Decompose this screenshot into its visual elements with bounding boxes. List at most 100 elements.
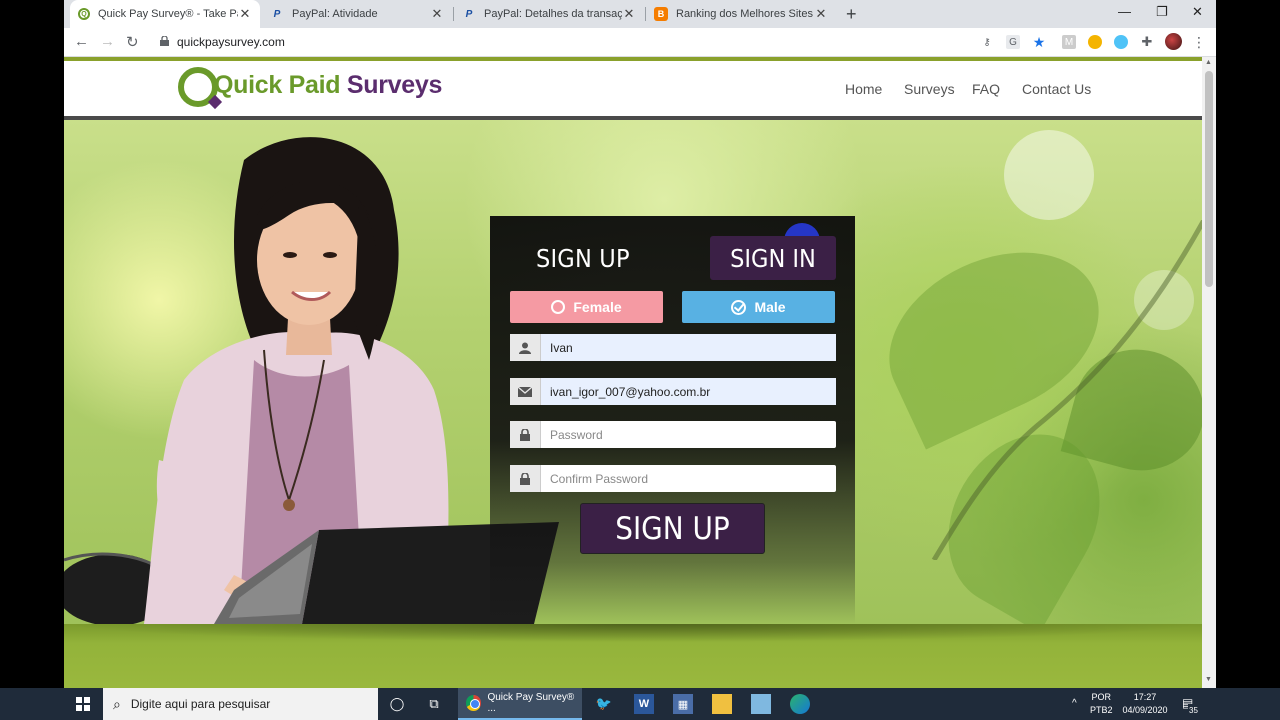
address-bar[interactable]: quickpaysurvey.com: [177, 35, 285, 49]
email-field: [510, 378, 836, 405]
edge-icon[interactable]: [790, 694, 810, 714]
confirm-password-field: [510, 465, 836, 492]
lock-icon: [510, 465, 541, 492]
taskbar-app-title: Quick Pay Survey® ...: [487, 692, 575, 714]
close-icon[interactable]: ✕: [622, 6, 636, 22]
hero-section: SIGN UP SIGN IN Female Male Ivan ivan_ig…: [64, 120, 1202, 624]
tab-signin[interactable]: SIGN IN: [710, 236, 836, 280]
screen: Q Quick Pay Survey® - Take Paid Surveys …: [0, 0, 1280, 720]
name-input[interactable]: [541, 334, 836, 361]
logo-text-secondary: Surveys: [346, 71, 443, 99]
avatar[interactable]: [1165, 33, 1182, 50]
page-scrollbar[interactable]: ▲ ▼: [1202, 57, 1216, 688]
paypal-favicon-icon: P: [465, 8, 473, 20]
tab-title: PayPal: Detalhes da transação: [484, 8, 622, 20]
logo[interactable]: Quick Paid Surveys: [214, 71, 442, 100]
file-explorer-icon[interactable]: [712, 694, 732, 714]
new-tab-icon[interactable]: +: [846, 4, 857, 25]
lock-icon: [510, 421, 541, 448]
blogger-favicon-icon: B: [654, 7, 668, 21]
tab-ranking[interactable]: B Ranking dos Melhores Sites de P ✕: [646, 0, 836, 28]
password-field: [510, 421, 836, 448]
clock[interactable]: 17:27 04/09/2020: [1120, 691, 1170, 717]
browser-toolbar: ← → ↻ quickpaysurvey.com ⚷ G ★ M ✚ ⋮: [64, 28, 1216, 57]
quickpay-favicon-icon: Q: [78, 8, 90, 20]
restore-icon[interactable]: ❐: [1156, 4, 1168, 20]
tab-strip: Q Quick Pay Survey® - Take Paid Surveys …: [64, 0, 1216, 28]
envelope-icon: [510, 378, 541, 405]
tab-paypal-detalhes[interactable]: P PayPal: Detalhes da transação ✕: [454, 0, 644, 28]
nav-surveys[interactable]: Surveys: [904, 81, 955, 97]
language-top: POR: [1091, 692, 1112, 702]
scroll-thumb[interactable]: [1205, 71, 1213, 287]
extension-m-icon[interactable]: M: [1062, 35, 1076, 49]
windows-start-icon[interactable]: [76, 697, 90, 711]
nav-contact-us[interactable]: Contact Us: [1022, 81, 1091, 97]
key-icon[interactable]: ⚷: [980, 35, 994, 49]
name-field: [510, 334, 836, 361]
tab-signup[interactable]: SIGN UP: [536, 244, 630, 273]
check-circle-icon: [731, 299, 747, 315]
logo-icon[interactable]: [178, 67, 218, 107]
back-icon[interactable]: ←: [74, 33, 89, 50]
email-input[interactable]: [541, 378, 836, 405]
radio-unchecked-icon: [551, 300, 566, 314]
language-bottom: PTB2: [1090, 705, 1113, 715]
taskbar-chrome-app[interactable]: Quick Pay Survey® ...: [458, 688, 582, 720]
taskbar-search-placeholder: Digite aqui para pesquisar: [130, 697, 271, 711]
tray-expand-icon[interactable]: ^: [1072, 697, 1077, 710]
app-blue-icon[interactable]: [751, 694, 771, 714]
gender-male-button[interactable]: Male: [682, 291, 835, 323]
confirm-password-input[interactable]: [541, 465, 836, 492]
section-shadow: [64, 624, 1202, 642]
close-icon[interactable]: ✕: [814, 6, 828, 22]
lock-icon: [160, 36, 169, 46]
translate-icon[interactable]: G: [1006, 35, 1020, 49]
minimize-icon[interactable]: —: [1118, 4, 1131, 19]
tab-title: PayPal: Atividade: [292, 8, 378, 20]
clock-date: 04/09/2020: [1122, 705, 1168, 715]
app-bird-icon[interactable]: 🐦: [594, 694, 614, 714]
menu-dots-icon[interactable]: ⋮: [1192, 34, 1206, 50]
tab-title: Quick Pay Survey® - Take Paid Surveys: [98, 8, 238, 20]
chrome-icon: [466, 695, 482, 711]
tab-paypal-atividade[interactable]: P PayPal: Atividade ✕: [262, 0, 452, 28]
search-icon: ⌕: [113, 695, 121, 712]
nav-faq[interactable]: FAQ: [972, 81, 1000, 97]
close-window-icon[interactable]: ✕: [1192, 4, 1203, 20]
puzzle-icon[interactable]: ✚: [1140, 34, 1154, 49]
reload-icon[interactable]: ↻: [126, 33, 139, 51]
calculator-icon[interactable]: ▦: [673, 694, 693, 714]
extension-color-icon[interactable]: [1088, 35, 1102, 49]
windows-taskbar: ⌕ Digite aqui para pesquisar ◯ ⧉ Quick P…: [0, 688, 1280, 720]
task-view-icon[interactable]: ⧉: [424, 694, 444, 714]
close-icon[interactable]: ✕: [238, 6, 252, 22]
gender-female-label: Female: [573, 299, 622, 315]
language-indicator[interactable]: POR PTB2: [1090, 691, 1113, 717]
notification-count: 35: [1188, 704, 1199, 717]
extension-blue-icon[interactable]: [1114, 35, 1128, 49]
logo-text-primary: Quick Paid: [214, 71, 341, 99]
browser-window: Q Quick Pay Survey® - Take Paid Surveys …: [64, 0, 1216, 688]
tab-title: Ranking dos Melhores Sites de P: [676, 8, 814, 20]
password-input[interactable]: [541, 421, 836, 448]
branch-decoration: [931, 220, 1202, 560]
lower-section: [64, 624, 1202, 688]
word-icon[interactable]: W: [634, 694, 654, 714]
close-icon[interactable]: ✕: [430, 6, 444, 22]
scroll-down-icon[interactable]: ▼: [1205, 676, 1212, 683]
signup-submit-button[interactable]: SIGN UP: [580, 503, 765, 554]
nav-home[interactable]: Home: [845, 81, 882, 97]
signup-form: SIGN UP SIGN IN Female Male Ivan ivan_ig…: [490, 216, 855, 624]
scroll-up-icon[interactable]: ▲: [1205, 59, 1212, 66]
tab-quickpay[interactable]: Q Quick Pay Survey® - Take Paid Surveys …: [70, 0, 260, 28]
gender-male-label: Male: [754, 299, 786, 315]
bokeh-decoration: [1004, 130, 1094, 220]
forward-icon[interactable]: →: [100, 33, 115, 50]
bookmark-star-icon[interactable]: ★: [1032, 34, 1046, 50]
taskbar-search[interactable]: ⌕ Digite aqui para pesquisar: [103, 688, 378, 720]
woman-with-laptop-image: [64, 137, 559, 624]
site-header: Quick Paid Surveys Home Surveys FAQ Cont…: [64, 61, 1202, 117]
gender-female-button[interactable]: Female: [510, 291, 663, 323]
cortana-icon[interactable]: ◯: [387, 694, 407, 714]
